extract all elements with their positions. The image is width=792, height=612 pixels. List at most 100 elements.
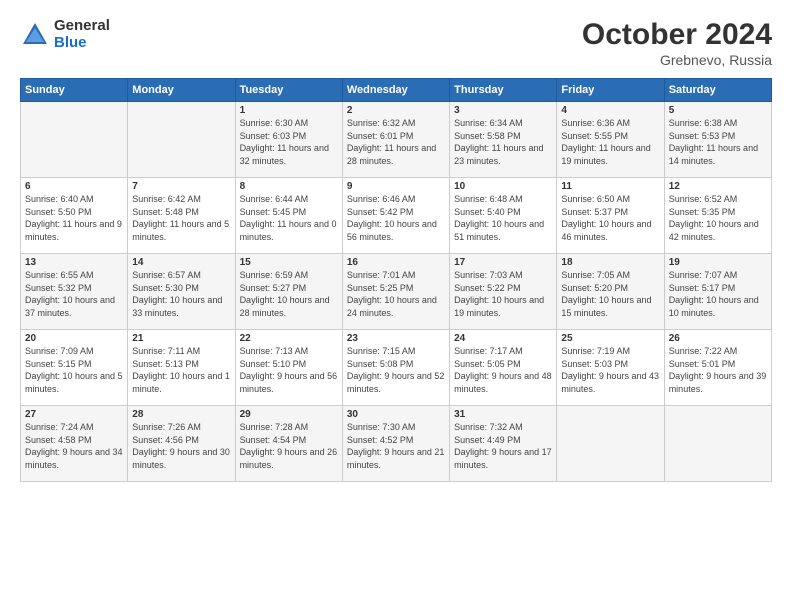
calendar-cell: 24 Sunrise: 7:17 AMSunset: 5:05 PMDaylig…	[450, 330, 557, 406]
day-number: 28	[132, 409, 230, 420]
day-info: Sunrise: 6:36 AMSunset: 5:55 PMDaylight:…	[561, 117, 659, 167]
month-title: October 2024	[582, 18, 772, 52]
col-tuesday: Tuesday	[235, 79, 342, 102]
day-info: Sunrise: 7:28 AMSunset: 4:54 PMDaylight:…	[240, 421, 338, 471]
day-info: Sunrise: 7:24 AMSunset: 4:58 PMDaylight:…	[25, 421, 123, 471]
calendar-cell: 14 Sunrise: 6:57 AMSunset: 5:30 PMDaylig…	[128, 254, 235, 330]
day-info: Sunrise: 7:09 AMSunset: 5:15 PMDaylight:…	[25, 345, 123, 395]
day-info: Sunrise: 6:40 AMSunset: 5:50 PMDaylight:…	[25, 193, 123, 243]
calendar-cell: 28 Sunrise: 7:26 AMSunset: 4:56 PMDaylig…	[128, 406, 235, 482]
calendar-cell: 29 Sunrise: 7:28 AMSunset: 4:54 PMDaylig…	[235, 406, 342, 482]
day-info: Sunrise: 6:55 AMSunset: 5:32 PMDaylight:…	[25, 269, 123, 319]
calendar-cell: 18 Sunrise: 7:05 AMSunset: 5:20 PMDaylig…	[557, 254, 664, 330]
day-number: 14	[132, 257, 230, 268]
day-number: 8	[240, 181, 338, 192]
day-number: 16	[347, 257, 445, 268]
calendar-cell	[128, 102, 235, 178]
day-number: 1	[240, 105, 338, 116]
calendar-header-row: Sunday Monday Tuesday Wednesday Thursday…	[21, 79, 772, 102]
day-number: 18	[561, 257, 659, 268]
calendar-cell: 2 Sunrise: 6:32 AMSunset: 6:01 PMDayligh…	[342, 102, 449, 178]
calendar-cell: 31 Sunrise: 7:32 AMSunset: 4:49 PMDaylig…	[450, 406, 557, 482]
day-info: Sunrise: 7:11 AMSunset: 5:13 PMDaylight:…	[132, 345, 230, 395]
day-info: Sunrise: 7:22 AMSunset: 5:01 PMDaylight:…	[669, 345, 767, 395]
calendar-cell: 25 Sunrise: 7:19 AMSunset: 5:03 PMDaylig…	[557, 330, 664, 406]
day-number: 13	[25, 257, 123, 268]
calendar-table: Sunday Monday Tuesday Wednesday Thursday…	[20, 78, 772, 482]
day-number: 25	[561, 333, 659, 344]
day-number: 2	[347, 105, 445, 116]
day-info: Sunrise: 6:48 AMSunset: 5:40 PMDaylight:…	[454, 193, 552, 243]
location: Grebnevo, Russia	[582, 52, 772, 68]
day-number: 29	[240, 409, 338, 420]
calendar-cell: 10 Sunrise: 6:48 AMSunset: 5:40 PMDaylig…	[450, 178, 557, 254]
day-number: 6	[25, 181, 123, 192]
calendar-cell: 27 Sunrise: 7:24 AMSunset: 4:58 PMDaylig…	[21, 406, 128, 482]
day-info: Sunrise: 6:50 AMSunset: 5:37 PMDaylight:…	[561, 193, 659, 243]
day-info: Sunrise: 7:17 AMSunset: 5:05 PMDaylight:…	[454, 345, 552, 395]
day-number: 31	[454, 409, 552, 420]
calendar-week-3: 13 Sunrise: 6:55 AMSunset: 5:32 PMDaylig…	[21, 254, 772, 330]
day-number: 3	[454, 105, 552, 116]
day-number: 4	[561, 105, 659, 116]
logo-text: General Blue	[54, 18, 110, 51]
calendar-cell: 9 Sunrise: 6:46 AMSunset: 5:42 PMDayligh…	[342, 178, 449, 254]
day-number: 17	[454, 257, 552, 268]
day-info: Sunrise: 6:57 AMSunset: 5:30 PMDaylight:…	[132, 269, 230, 319]
day-number: 26	[669, 333, 767, 344]
day-info: Sunrise: 7:26 AMSunset: 4:56 PMDaylight:…	[132, 421, 230, 471]
calendar-cell	[664, 406, 771, 482]
day-info: Sunrise: 6:59 AMSunset: 5:27 PMDaylight:…	[240, 269, 338, 319]
day-info: Sunrise: 6:52 AMSunset: 5:35 PMDaylight:…	[669, 193, 767, 243]
day-number: 9	[347, 181, 445, 192]
day-info: Sunrise: 7:30 AMSunset: 4:52 PMDaylight:…	[347, 421, 445, 471]
day-number: 7	[132, 181, 230, 192]
calendar-cell: 7 Sunrise: 6:42 AMSunset: 5:48 PMDayligh…	[128, 178, 235, 254]
calendar-cell	[21, 102, 128, 178]
title-block: October 2024 Grebnevo, Russia	[582, 18, 772, 68]
day-info: Sunrise: 7:32 AMSunset: 4:49 PMDaylight:…	[454, 421, 552, 471]
day-number: 19	[669, 257, 767, 268]
day-info: Sunrise: 6:44 AMSunset: 5:45 PMDaylight:…	[240, 193, 338, 243]
calendar-cell: 1 Sunrise: 6:30 AMSunset: 6:03 PMDayligh…	[235, 102, 342, 178]
day-info: Sunrise: 7:13 AMSunset: 5:10 PMDaylight:…	[240, 345, 338, 395]
day-number: 30	[347, 409, 445, 420]
day-number: 10	[454, 181, 552, 192]
calendar-cell: 6 Sunrise: 6:40 AMSunset: 5:50 PMDayligh…	[21, 178, 128, 254]
calendar-week-2: 6 Sunrise: 6:40 AMSunset: 5:50 PMDayligh…	[21, 178, 772, 254]
col-wednesday: Wednesday	[342, 79, 449, 102]
calendar-cell: 20 Sunrise: 7:09 AMSunset: 5:15 PMDaylig…	[21, 330, 128, 406]
day-info: Sunrise: 7:19 AMSunset: 5:03 PMDaylight:…	[561, 345, 659, 395]
day-info: Sunrise: 7:01 AMSunset: 5:25 PMDaylight:…	[347, 269, 445, 319]
calendar-cell: 30 Sunrise: 7:30 AMSunset: 4:52 PMDaylig…	[342, 406, 449, 482]
calendar-cell: 12 Sunrise: 6:52 AMSunset: 5:35 PMDaylig…	[664, 178, 771, 254]
col-sunday: Sunday	[21, 79, 128, 102]
calendar-cell: 5 Sunrise: 6:38 AMSunset: 5:53 PMDayligh…	[664, 102, 771, 178]
calendar-cell: 11 Sunrise: 6:50 AMSunset: 5:37 PMDaylig…	[557, 178, 664, 254]
day-number: 20	[25, 333, 123, 344]
day-number: 5	[669, 105, 767, 116]
header: General Blue October 2024 Grebnevo, Russ…	[20, 18, 772, 68]
calendar-cell: 19 Sunrise: 7:07 AMSunset: 5:17 PMDaylig…	[664, 254, 771, 330]
day-number: 11	[561, 181, 659, 192]
day-number: 15	[240, 257, 338, 268]
col-friday: Friday	[557, 79, 664, 102]
logo: General Blue	[20, 18, 110, 51]
page: General Blue October 2024 Grebnevo, Russ…	[0, 0, 792, 612]
calendar-cell: 26 Sunrise: 7:22 AMSunset: 5:01 PMDaylig…	[664, 330, 771, 406]
day-info: Sunrise: 6:38 AMSunset: 5:53 PMDaylight:…	[669, 117, 767, 167]
col-monday: Monday	[128, 79, 235, 102]
calendar-week-4: 20 Sunrise: 7:09 AMSunset: 5:15 PMDaylig…	[21, 330, 772, 406]
day-number: 12	[669, 181, 767, 192]
calendar-week-1: 1 Sunrise: 6:30 AMSunset: 6:03 PMDayligh…	[21, 102, 772, 178]
day-info: Sunrise: 6:34 AMSunset: 5:58 PMDaylight:…	[454, 117, 552, 167]
day-number: 24	[454, 333, 552, 344]
logo-icon	[20, 20, 50, 50]
calendar-cell: 17 Sunrise: 7:03 AMSunset: 5:22 PMDaylig…	[450, 254, 557, 330]
calendar-cell: 3 Sunrise: 6:34 AMSunset: 5:58 PMDayligh…	[450, 102, 557, 178]
day-info: Sunrise: 7:15 AMSunset: 5:08 PMDaylight:…	[347, 345, 445, 395]
day-number: 21	[132, 333, 230, 344]
calendar-cell: 4 Sunrise: 6:36 AMSunset: 5:55 PMDayligh…	[557, 102, 664, 178]
day-number: 22	[240, 333, 338, 344]
calendar-cell	[557, 406, 664, 482]
